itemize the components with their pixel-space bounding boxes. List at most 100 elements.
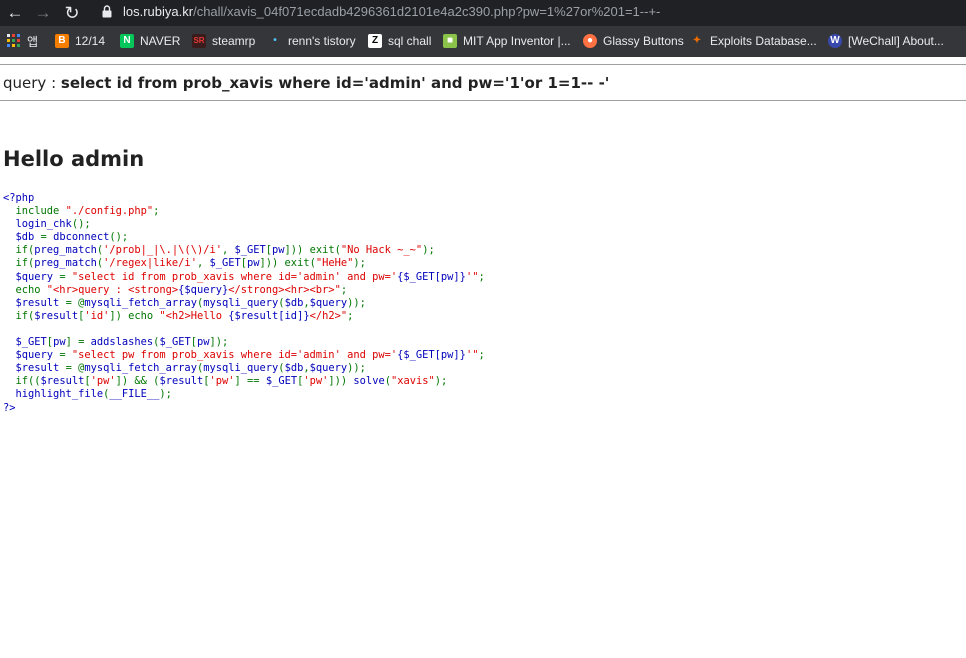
code-token: dbconnect <box>53 231 110 244</box>
code-token: highlight_file <box>3 388 104 401</box>
code-token: $query <box>3 349 60 362</box>
code-token: 'pw' <box>209 375 235 388</box>
bookmark-label: NAVER <box>140 34 181 48</box>
code-token: $result <box>34 309 79 322</box>
browser-toolbar: ← → ↻ los.rubiya.kr/chall/xavis_04f071ec… <box>0 0 966 26</box>
code-token: 'pw' <box>303 375 329 388</box>
code-token: ); <box>434 375 448 388</box>
back-button[interactable]: ← <box>4 2 26 24</box>
address-bar[interactable]: los.rubiya.kr/chall/xavis_04f071ecdadb42… <box>92 0 966 24</box>
code-token: "select id from prob_xavis where id='adm… <box>71 270 398 283</box>
bookmark-exploits-database[interactable]: ✦ Exploits Database... <box>690 31 817 51</box>
code-token: 'id' <box>84 309 110 322</box>
code-token: if( <box>3 309 35 322</box>
code-token: "select pw from prob_xavis where id='adm… <box>71 349 398 362</box>
code-token: __FILE__ <box>109 388 160 401</box>
code-token: pw <box>196 336 210 349</box>
code-token: (); <box>71 218 91 231</box>
query-label: query : <box>3 74 61 92</box>
code-token: if(( <box>3 375 41 388</box>
code-token: ?> <box>3 401 16 414</box>
code-token: {$query} <box>178 283 229 296</box>
code-token: $db <box>284 296 304 309</box>
code-token: ])) exit( <box>259 257 316 270</box>
code-token: preg_match <box>34 257 97 270</box>
code-token: echo <box>3 283 47 296</box>
code-token: = <box>59 349 72 362</box>
bookmark-wechall[interactable]: W [WeChall] About... <box>828 31 944 51</box>
bookmark-steamrp[interactable]: SR steamrp <box>192 31 255 51</box>
bookmark-mit-app-inventor[interactable]: ■ MIT App Inventor |... <box>443 31 571 51</box>
query-line: query : select id from prob_xavis where … <box>3 74 609 92</box>
bookmark-apps[interactable]: 앱 <box>7 31 38 51</box>
code-token: ])) exit( <box>284 244 341 257</box>
code-line: login_chk(); <box>3 218 485 231</box>
code-token: '" <box>465 349 479 362</box>
code-token: login_chk <box>3 218 72 231</box>
code-token: "HeHe" <box>315 257 354 270</box>
bookmark-1214[interactable]: B 12/14 <box>55 31 105 51</box>
forward-button[interactable]: → <box>32 2 54 24</box>
url-host: los.rubiya.kr <box>123 4 194 19</box>
php-source-code: <?php include "./config.php"; login_chk(… <box>3 192 485 415</box>
code-line: if(preg_match('/prob|_|\.|\(\)/i', $_GET… <box>3 244 485 257</box>
code-token: "./config.php" <box>65 205 154 218</box>
url-text[interactable]: los.rubiya.kr/chall/xavis_04f071ecdadb42… <box>123 4 660 19</box>
code-token: $_GET <box>265 375 298 388</box>
code-token: {$result[id]} <box>228 309 310 322</box>
z-icon: Z <box>368 34 382 48</box>
code-token: </strong><hr><br>" <box>228 283 341 296</box>
code-token: )); <box>347 296 366 309</box>
arrow-right-icon: → <box>34 3 52 22</box>
code-token: $query <box>3 270 60 283</box>
code-token: ] == <box>234 375 266 388</box>
code-line: highlight_file(__FILE__); <box>3 388 485 401</box>
bookmark-glassy-buttons[interactable]: ● Glassy Buttons <box>583 31 684 51</box>
code-token: '/prob|_|\.|\(\)/i' <box>103 244 222 257</box>
code-token: addslashes <box>90 336 154 349</box>
glassy-icon: ● <box>583 34 597 48</box>
lock-icon <box>102 5 112 18</box>
code-token: ); <box>353 257 366 270</box>
naver-icon: N <box>120 34 134 48</box>
code-token: ]) && ( <box>115 375 160 388</box>
code-line: $query = "select id from prob_xavis wher… <box>3 271 485 284</box>
bookmark-label: Glassy Buttons <box>603 34 684 48</box>
wechall-icon: W <box>828 34 842 48</box>
code-token: ; <box>340 283 348 296</box>
app-inventor-icon: ■ <box>443 34 457 48</box>
code-token: '/regex|like/i' <box>103 257 197 270</box>
code-token: ; <box>153 205 160 218</box>
code-token: $db <box>3 231 41 244</box>
apps-grid-icon <box>7 34 20 47</box>
query-value: select id from prob_xavis where id='admi… <box>60 74 610 92</box>
code-token: mysqli_query <box>203 296 279 309</box>
code-token: "xavis" <box>390 375 435 388</box>
code-token: ]); <box>209 336 229 349</box>
blogger-icon: B <box>55 34 69 48</box>
code-token: "<hr>query : <strong> <box>46 283 179 296</box>
code-line: if($result['id']) echo "<h2>Hello {$resu… <box>3 310 485 323</box>
code-line: ?> <box>3 402 485 415</box>
code-token: $result <box>3 296 66 309</box>
code-token: pw <box>247 257 260 270</box>
bookmark-label: 12/14 <box>75 34 106 48</box>
code-token: $result <box>159 375 204 388</box>
code-token: $result <box>40 375 85 388</box>
code-token: ] = <box>65 336 91 349</box>
reload-button[interactable]: ↻ <box>61 2 83 24</box>
hello-heading: Hello admin <box>3 147 145 171</box>
code-line: $db = dbconnect(); <box>3 231 485 244</box>
bookmark-label: MIT App Inventor |... <box>463 34 571 48</box>
url-path: /chall/xavis_04f071ecdadb4296361d2101e4a… <box>193 4 661 19</box>
code-token: ); <box>422 244 435 257</box>
code-token: $result <box>3 362 66 375</box>
bookmark-naver[interactable]: N NAVER <box>120 31 180 51</box>
bookmark-sql-chall[interactable]: Z sql chall <box>368 31 431 51</box>
bookmark-renns-tistory[interactable]: • renn's tistory <box>268 31 356 51</box>
code-token: (); <box>109 231 129 244</box>
code-token: '" <box>465 270 479 283</box>
code-token: mysqli_fetch_array <box>84 362 197 375</box>
code-token: ]) echo <box>109 309 160 322</box>
bookmark-label: renn's tistory <box>288 34 356 48</box>
